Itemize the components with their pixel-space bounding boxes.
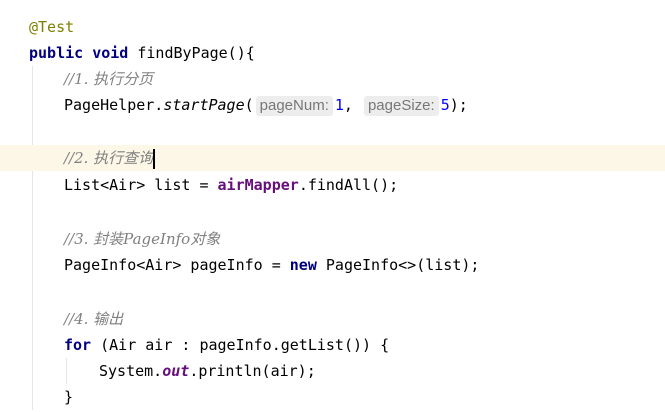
- param-hint-pagenum: pageNum:: [255, 96, 333, 116]
- keyword-new: new: [289, 256, 317, 274]
- list-declaration: List<Air> list =: [64, 176, 218, 194]
- pageinfo-declaration: PageInfo<Air> pageInfo =: [64, 256, 290, 274]
- pageinfo-constructor: PageInfo<>(list);: [316, 256, 480, 274]
- system-class: System.: [99, 362, 163, 380]
- comment-step-2: //2. 执行查询: [64, 149, 154, 167]
- annotation-test: @Test: [29, 18, 75, 36]
- keyword-void: void: [92, 44, 129, 62]
- for-header: (Air air : pageInfo.getList()) {: [91, 336, 390, 354]
- comment-step-2-wrap: //2. 执行查询: [64, 145, 156, 171]
- code-line[interactable]: public void findByPage(){: [0, 40, 665, 66]
- text-caret: [153, 149, 156, 169]
- comment-step-4: //4. 输出: [64, 310, 124, 328]
- code-line[interactable]: PageHelper.startPage(pageNum: 1, pageSize…: [0, 92, 665, 118]
- comment-step-3: //3. 封装PageInfo对象: [64, 230, 221, 248]
- code-editor[interactable]: @Test public void findByPage(){ //1. 执行分…: [0, 0, 665, 412]
- code-line[interactable]: @Test: [0, 14, 665, 40]
- pageinfo-statement: PageInfo<Air> pageInfo = new PageInfo<>(…: [64, 252, 479, 278]
- code-line[interactable]: System.out.println(air);: [0, 358, 665, 384]
- method-signature: findByPage(){: [128, 44, 255, 62]
- comment-step-1: //1. 执行分页: [64, 70, 154, 88]
- current-line[interactable]: //2. 执行查询: [0, 145, 665, 171]
- airmapper-field: airMapper: [217, 176, 299, 194]
- code-line[interactable]: //3. 封装PageInfo对象: [0, 226, 665, 252]
- method-declaration: public void findByPage(){: [29, 40, 255, 66]
- code-line[interactable]: //4. 输出: [0, 306, 665, 332]
- println-statement: System.out.println(air);: [99, 358, 316, 384]
- arg-pagenum: 1: [334, 96, 344, 114]
- keyword-public: public: [29, 44, 84, 62]
- open-paren: (: [244, 96, 254, 114]
- pagehelper-class: PageHelper.: [64, 96, 164, 114]
- for-statement: for (Air air : pageInfo.getList()) {: [64, 332, 389, 358]
- println-call: .println(air);: [189, 362, 316, 380]
- keyword-for: for: [64, 336, 92, 354]
- closing-brace: }: [64, 388, 74, 406]
- comma: ,: [343, 96, 353, 114]
- param-hint-pagesize: pageSize:: [363, 96, 439, 116]
- code-line[interactable]: //1. 执行分页: [0, 66, 665, 92]
- list-statement: List<Air> list = airMapper.findAll();: [64, 172, 398, 198]
- pagehelper-call: PageHelper.startPage(pageNum: 1, pageSize…: [64, 92, 468, 118]
- close-paren: );: [449, 96, 468, 114]
- findall-call: .findAll();: [298, 176, 399, 194]
- out-field: out: [162, 362, 190, 380]
- code-line[interactable]: List<Air> list = airMapper.findAll();: [0, 172, 665, 198]
- code-line[interactable]: PageInfo<Air> pageInfo = new PageInfo<>(…: [0, 252, 665, 278]
- arg-pagesize: 5: [440, 96, 450, 114]
- code-line[interactable]: }: [0, 384, 665, 410]
- startpage-method: startPage: [163, 96, 245, 114]
- code-line[interactable]: for (Air air : pageInfo.getList()) {: [0, 332, 665, 358]
